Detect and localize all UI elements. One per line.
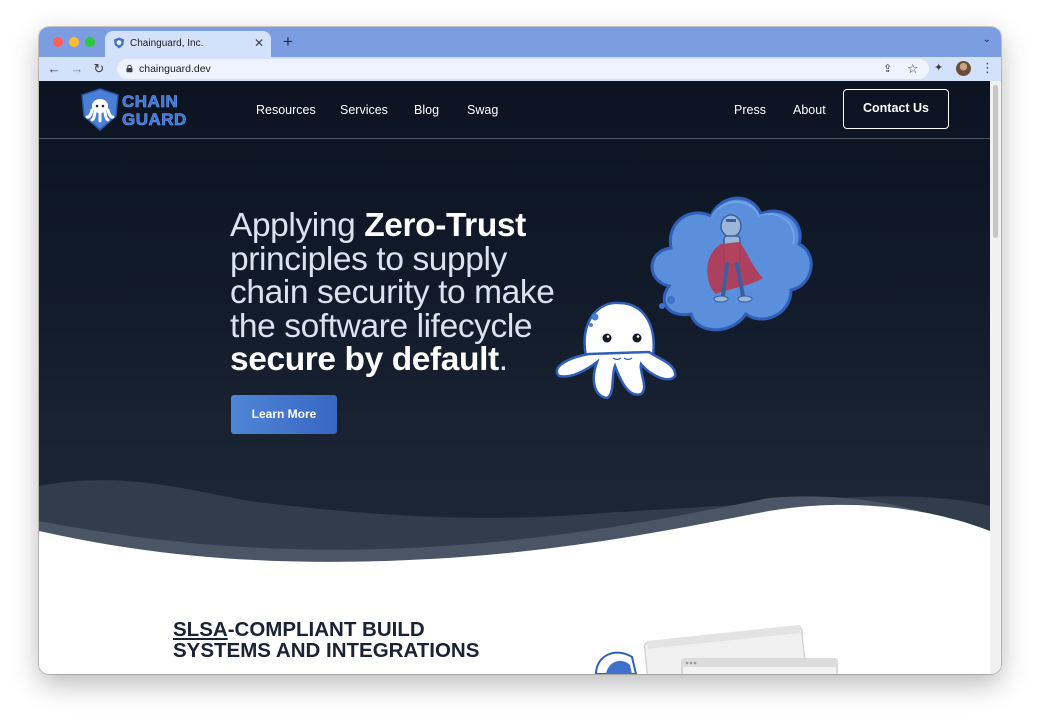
section-title-part-1: -COMPLIANT BUILD: [227, 618, 425, 641]
page-viewport: CHAIN GUARD Resources Services Blog Swag…: [39, 81, 990, 674]
tab-search-chevron-icon[interactable]: ⌄: [983, 34, 991, 45]
bookmark-star-icon[interactable]: ☆: [907, 61, 919, 77]
page-scrollbar[interactable]: [990, 81, 1001, 674]
browser-window: Chainguard, Inc. ✕ + ⌄ ← → ↻ chainguard.…: [39, 27, 1001, 674]
nav-resources[interactable]: Resources: [256, 103, 316, 117]
browser-tab-active[interactable]: Chainguard, Inc. ✕: [105, 31, 271, 57]
section-title: SLSA-COMPLIANT BUILD SYSTEMS AND INTEGRA…: [173, 619, 573, 661]
headline-regular-1: Applying: [230, 207, 365, 244]
headline-middle: principles to supply chain security to m…: [230, 240, 555, 345]
headline-period: .: [498, 341, 508, 378]
url-text: chainguard.dev: [139, 63, 211, 75]
section-title-part-2: SYSTEMS AND INTEGRATIONS: [173, 639, 480, 662]
chainguard-favicon-icon: [114, 37, 124, 49]
address-bar[interactable]: chainguard.dev ⇪ ☆: [117, 59, 929, 79]
extensions-icon[interactable]: ✦: [934, 60, 943, 76]
headline-bold-secure: secure by default: [230, 341, 499, 378]
tab-title: Chainguard, Inc.: [130, 38, 204, 49]
back-button[interactable]: ←: [45, 60, 63, 78]
learn-more-button[interactable]: Learn More: [231, 395, 337, 434]
build-systems-illustration: [594, 624, 838, 674]
contact-us-button[interactable]: Contact Us: [843, 89, 949, 129]
hero-wave-divider: [39, 480, 990, 606]
nav-blog[interactable]: Blog: [414, 103, 439, 117]
chainguard-logo[interactable]: CHAIN GUARD: [81, 88, 207, 132]
maximize-window-button[interactable]: [85, 37, 95, 47]
nav-about[interactable]: About: [793, 103, 826, 117]
slsa-link[interactable]: SLSA: [173, 618, 228, 641]
headline-bold-zero-trust: Zero-Trust: [364, 207, 526, 244]
hero-section: CHAIN GUARD Resources Services Blog Swag…: [39, 81, 990, 606]
logo-text-chain: CHAIN: [122, 92, 178, 111]
tab-close-icon[interactable]: ✕: [254, 36, 264, 50]
share-icon[interactable]: ⇪: [883, 61, 892, 77]
nav-services[interactable]: Services: [340, 103, 388, 117]
profile-avatar[interactable]: [956, 61, 971, 76]
nav-press[interactable]: Press: [734, 103, 766, 117]
close-window-button[interactable]: [53, 37, 63, 47]
reload-button[interactable]: ↻: [90, 60, 108, 78]
nav-swag[interactable]: Swag: [467, 103, 498, 117]
scrollbar-thumb[interactable]: [993, 85, 998, 238]
tab-strip: Chainguard, Inc. ✕ + ⌄: [39, 27, 1001, 57]
minimize-window-button[interactable]: [69, 37, 79, 47]
octopus-knight-illustration: [555, 196, 813, 400]
kebab-menu-icon[interactable]: ⋮: [981, 60, 994, 76]
new-tab-button[interactable]: +: [283, 32, 293, 52]
hero-headline: Applying Zero-Trust principles to supply…: [230, 209, 590, 377]
browser-toolbar: ← → ↻ chainguard.dev ⇪ ☆ ✦ ⋮: [39, 57, 1001, 81]
logo-text-guard: GUARD: [122, 110, 187, 129]
nav-divider: [39, 138, 990, 139]
forward-button[interactable]: →: [68, 60, 86, 78]
lock-icon: [126, 64, 133, 73]
